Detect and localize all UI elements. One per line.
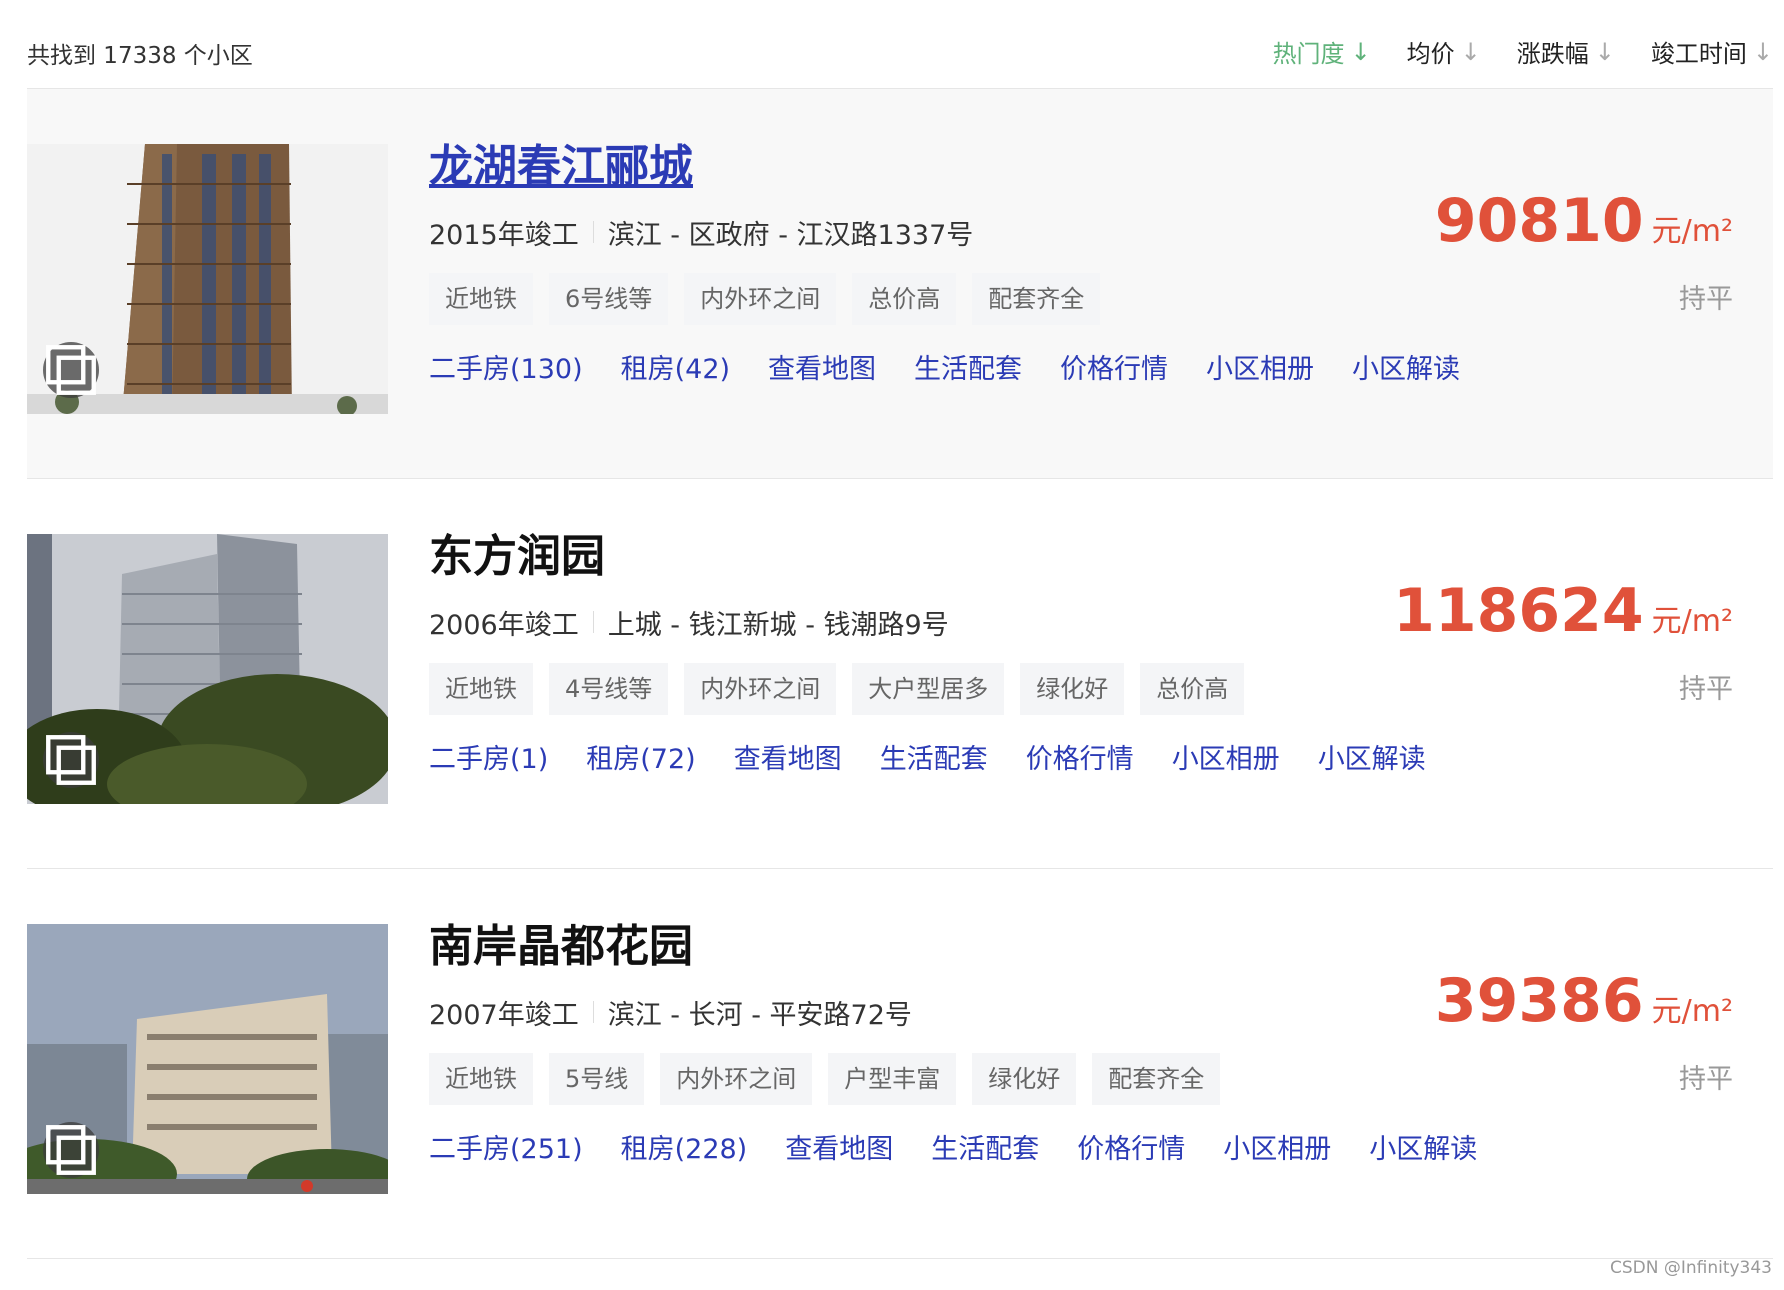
build-year: 2007年竣工 — [429, 999, 579, 1031]
link-map[interactable]: 查看地图 — [768, 347, 876, 386]
community-info: 南岸晶都花园 2007年竣工 滨江 - 长河 - 平安路72号 近地铁 5号线 … — [429, 919, 1477, 1166]
link-review[interactable]: 小区解读 — [1318, 737, 1426, 776]
avg-price: 118624 — [1393, 576, 1644, 646]
tag: 配套齐全 — [1092, 1053, 1221, 1105]
tag: 配套齐全 — [972, 273, 1101, 325]
quick-links: 二手房(1) 租房(72) 查看地图 生活配套 价格行情 小区相册 小区解读 — [429, 737, 1426, 776]
link-review[interactable]: 小区解读 — [1369, 1127, 1477, 1166]
link-rent[interactable]: 租房(228) — [621, 1127, 748, 1166]
sort-avg-price[interactable]: 均价 ↓ — [1407, 34, 1481, 69]
watermark: CSDN @Infinity343 — [1609, 1258, 1772, 1278]
community-title[interactable]: 南岸晶都花园 — [429, 919, 693, 975]
avg-price: 39386 — [1434, 966, 1644, 1036]
location: 上城 - 钱江新城 - 钱潮路9号 — [607, 609, 949, 641]
community-title[interactable]: 龙湖春江郦城 — [429, 139, 693, 195]
album-icon[interactable] — [43, 732, 99, 788]
price-unit: 元/m² — [1651, 604, 1733, 639]
arrow-down-icon: ↓ — [1752, 37, 1773, 66]
result-count: 共找到 17338 个小区 — [27, 43, 253, 69]
divider — [592, 221, 594, 243]
arrow-down-icon: ↓ — [1350, 37, 1371, 66]
arrow-down-icon: ↓ — [1460, 37, 1481, 66]
link-facilities[interactable]: 生活配套 — [914, 347, 1022, 386]
sort-bar: 热门度 ↓ 均价 ↓ 涨跌幅 ↓ 竣工时间 ↓ — [1273, 34, 1773, 69]
link-price-trend[interactable]: 价格行情 — [1026, 737, 1134, 776]
price-trend: 持平 — [1679, 1064, 1733, 1095]
location: 滨江 - 区政府 - 江汉路1337号 — [607, 219, 974, 251]
sort-build-year[interactable]: 竣工时间 ↓ — [1651, 34, 1773, 69]
link-map[interactable]: 查看地图 — [785, 1127, 893, 1166]
tag: 户型丰富 — [828, 1053, 957, 1105]
community-meta: 2006年竣工 上城 - 钱江新城 - 钱潮路9号 — [429, 605, 1426, 641]
price-box: 39386 元/m² 持平 — [1435, 969, 1733, 1096]
link-map[interactable]: 查看地图 — [734, 737, 842, 776]
tag-list: 近地铁 6号线等 内外环之间 总价高 配套齐全 — [429, 273, 1460, 325]
build-year: 2015年竣工 — [429, 219, 579, 251]
link-album[interactable]: 小区相册 — [1172, 737, 1280, 776]
link-second-hand[interactable]: 二手房(130) — [429, 347, 583, 386]
price-unit: 元/m² — [1651, 214, 1733, 249]
build-year: 2006年竣工 — [429, 609, 579, 641]
album-icon[interactable] — [43, 342, 99, 398]
location: 滨江 - 长河 - 平安路72号 — [607, 999, 912, 1031]
community-photo[interactable] — [27, 534, 388, 804]
community-meta: 2007年竣工 滨江 - 长河 - 平安路72号 — [429, 995, 1477, 1031]
tag: 总价高 — [852, 273, 957, 325]
link-second-hand[interactable]: 二手房(1) — [429, 737, 548, 776]
link-rent[interactable]: 租房(42) — [621, 347, 730, 386]
tag: 内外环之间 — [684, 663, 837, 715]
quick-links: 二手房(130) 租房(42) 查看地图 生活配套 价格行情 小区相册 小区解读 — [429, 347, 1460, 386]
tag: 绿化好 — [1020, 663, 1125, 715]
tag: 4号线等 — [549, 663, 669, 715]
community-item: 东方润园 2006年竣工 上城 - 钱江新城 - 钱潮路9号 近地铁 4号线等 … — [27, 479, 1773, 869]
link-review[interactable]: 小区解读 — [1352, 347, 1460, 386]
sort-popularity[interactable]: 热门度 ↓ — [1273, 34, 1371, 69]
arrow-down-icon: ↓ — [1594, 37, 1615, 66]
divider — [592, 611, 594, 633]
community-info: 东方润园 2006年竣工 上城 - 钱江新城 - 钱潮路9号 近地铁 4号线等 … — [429, 529, 1426, 776]
album-icon[interactable] — [43, 1122, 99, 1178]
community-list: 龙湖春江郦城 2015年竣工 滨江 - 区政府 - 江汉路1337号 近地铁 6… — [27, 89, 1773, 1259]
tag: 6号线等 — [549, 273, 669, 325]
tag: 总价高 — [1140, 663, 1245, 715]
avg-price: 90810 — [1434, 186, 1644, 256]
tag-list: 近地铁 4号线等 内外环之间 大户型居多 绿化好 总价高 — [429, 663, 1426, 715]
tag: 内外环之间 — [684, 273, 837, 325]
result-header: 共找到 17338 个小区 热门度 ↓ 均价 ↓ 涨跌幅 ↓ 竣工时间 ↓ — [27, 0, 1773, 89]
tag-list: 近地铁 5号线 内外环之间 户型丰富 绿化好 配套齐全 — [429, 1053, 1477, 1105]
community-item: 龙湖春江郦城 2015年竣工 滨江 - 区政府 - 江汉路1337号 近地铁 6… — [27, 89, 1773, 479]
sort-change[interactable]: 涨跌幅 ↓ — [1517, 34, 1615, 69]
price-trend: 持平 — [1679, 674, 1733, 705]
tag: 近地铁 — [429, 1053, 533, 1105]
link-price-trend[interactable]: 价格行情 — [1077, 1127, 1185, 1166]
price-box: 90810 元/m² 持平 — [1435, 189, 1733, 316]
quick-links: 二手房(251) 租房(228) 查看地图 生活配套 价格行情 小区相册 小区解… — [429, 1127, 1477, 1166]
community-photo[interactable] — [27, 144, 388, 414]
community-meta: 2015年竣工 滨江 - 区政府 - 江汉路1337号 — [429, 215, 1460, 251]
link-facilities[interactable]: 生活配套 — [931, 1127, 1039, 1166]
link-album[interactable]: 小区相册 — [1206, 347, 1314, 386]
link-facilities[interactable]: 生活配套 — [880, 737, 988, 776]
link-price-trend[interactable]: 价格行情 — [1060, 347, 1168, 386]
tag: 内外环之间 — [660, 1053, 813, 1105]
link-rent[interactable]: 租房(72) — [586, 737, 695, 776]
community-title[interactable]: 东方润园 — [429, 529, 605, 585]
community-item: 南岸晶都花园 2007年竣工 滨江 - 长河 - 平安路72号 近地铁 5号线 … — [27, 869, 1773, 1259]
tag: 大户型居多 — [852, 663, 1005, 715]
tag: 绿化好 — [972, 1053, 1077, 1105]
divider — [592, 1001, 594, 1023]
price-trend: 持平 — [1679, 284, 1733, 315]
tag: 5号线 — [549, 1053, 645, 1105]
tag: 近地铁 — [429, 663, 533, 715]
link-album[interactable]: 小区相册 — [1223, 1127, 1331, 1166]
price-box: 118624 元/m² 持平 — [1393, 579, 1733, 706]
price-unit: 元/m² — [1651, 994, 1733, 1029]
tag: 近地铁 — [429, 273, 533, 325]
link-second-hand[interactable]: 二手房(251) — [429, 1127, 583, 1166]
community-info: 龙湖春江郦城 2015年竣工 滨江 - 区政府 - 江汉路1337号 近地铁 6… — [429, 139, 1460, 386]
community-photo[interactable] — [27, 924, 388, 1194]
